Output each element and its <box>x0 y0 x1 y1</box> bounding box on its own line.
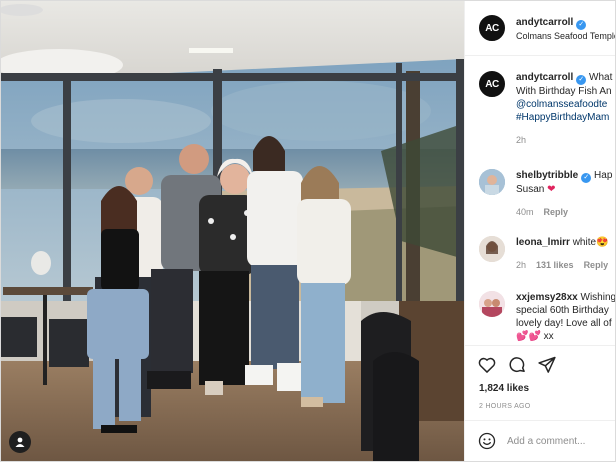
commenter-avatar[interactable] <box>479 291 505 317</box>
hashtag-link[interactable]: #HappyBirthdayMam <box>516 111 612 124</box>
caption-username[interactable]: andytcarroll <box>516 72 573 83</box>
divider <box>465 55 615 56</box>
add-comment-bar <box>477 431 615 451</box>
verified-badge-icon: ✓ <box>576 19 587 30</box>
comment-time[interactable]: 2h <box>516 260 526 270</box>
reply-button[interactable]: Reply <box>544 207 569 217</box>
verified-badge-icon: ✓ <box>576 75 587 85</box>
comment-text-line: 💕💕 xx <box>516 331 554 342</box>
divider <box>465 420 615 421</box>
verified-badge-icon: ✓ <box>581 173 592 183</box>
comment-time[interactable]: 40m <box>516 207 534 217</box>
avatar-image <box>479 236 505 262</box>
post-timestamp[interactable]: 2 HOURS AGO <box>479 403 531 410</box>
heart-emoji: ❤ <box>547 184 556 195</box>
likes-count[interactable]: 1,824 likes <box>479 383 529 394</box>
avatar-initials: AC <box>485 22 499 34</box>
paper-plane-icon[interactable] <box>537 355 557 375</box>
comment-bubble-icon[interactable] <box>507 355 527 375</box>
tagged-users-button[interactable] <box>9 431 31 453</box>
post-photo[interactable] <box>1 1 464 461</box>
author-username[interactable]: andytcarroll <box>516 17 573 28</box>
avatar-image <box>479 169 505 195</box>
comment-likes[interactable]: 131 likes <box>536 260 574 270</box>
comment-text: Hap <box>594 170 613 181</box>
restaurant-group-photo <box>1 1 464 461</box>
reply-button[interactable]: Reply <box>584 260 609 270</box>
instagram-post: AC andytcarroll ✓ Colmans Seafood Temple … <box>0 0 616 462</box>
mention-link[interactable]: @colmansseafoodte <box>516 98 612 111</box>
divider <box>465 345 615 346</box>
caption-avatar[interactable]: AC <box>479 71 505 97</box>
avatar-image <box>479 291 505 317</box>
comment-text-line: special 60th Birthday <box>516 305 609 316</box>
comment-text-line: Susan <box>516 184 545 195</box>
caption-time[interactable]: 2h <box>516 135 526 145</box>
comment-item: xxjemsy28xx Wishing special 60th Birthda… <box>479 291 616 343</box>
commenter-avatar[interactable] <box>479 169 505 195</box>
post-actions <box>477 355 557 375</box>
commenter-avatar[interactable] <box>479 236 505 262</box>
caption: AC andytcarroll ✓ What With Birthday Fish… <box>479 71 615 147</box>
post-location[interactable]: Colmans Seafood Temple <box>516 30 615 43</box>
comment-text: white <box>572 237 597 248</box>
caption-line: With Birthday Fish An <box>516 86 612 97</box>
comment-item: shelbytribble ✓ Hap Susan ❤ 40m Reply <box>479 169 615 219</box>
user-tag-icon <box>15 437 25 447</box>
comment-item: leona_lmirr white😍 2h 131 likes Reply <box>479 236 615 272</box>
comment-username[interactable]: leona_lmirr <box>516 237 570 248</box>
smiley-icon[interactable] <box>477 431 497 451</box>
post-header: AC andytcarroll ✓ Colmans Seafood Temple <box>479 13 615 43</box>
comment-text: Wishing <box>580 292 616 303</box>
caption-text: What <box>589 72 613 83</box>
avatar-initials: AC <box>485 78 499 90</box>
author-avatar[interactable]: AC <box>479 15 505 41</box>
add-comment-input[interactable] <box>507 435 615 447</box>
comment-username[interactable]: xxjemsy28xx <box>516 292 578 303</box>
post-side-panel: AC andytcarroll ✓ Colmans Seafood Temple … <box>464 1 616 461</box>
comment-text-line: lovely day! Love all of <box>516 318 612 329</box>
heart-icon[interactable] <box>477 355 497 375</box>
comment-username[interactable]: shelbytribble <box>516 170 578 181</box>
heart-eyes-emoji: 😍 <box>596 237 609 248</box>
